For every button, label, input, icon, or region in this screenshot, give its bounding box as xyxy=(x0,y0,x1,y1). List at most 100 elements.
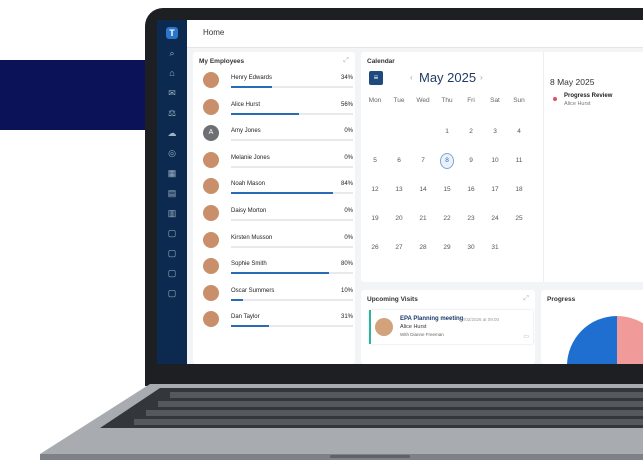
calendar-day[interactable]: 19 xyxy=(365,215,385,222)
employee-progress-percent: 80% xyxy=(340,261,353,268)
chevron-left-icon[interactable]: ‹ xyxy=(410,73,413,82)
calendar-day[interactable]: 21 xyxy=(413,215,433,222)
employee-name: Sophie Smith xyxy=(231,261,267,268)
building-icon[interactable]: ▦ xyxy=(165,166,179,180)
calendar-day[interactable]: 20 xyxy=(389,215,409,222)
calendar-day[interactable]: 22 xyxy=(437,215,457,222)
visit-with: With Dianne Freeman xyxy=(400,332,444,337)
employee-name: Noah Mason xyxy=(231,181,266,188)
calendar-day[interactable]: 12 xyxy=(365,186,385,193)
search-icon[interactable]: ⌕ xyxy=(165,46,179,60)
calendar-divider xyxy=(543,52,544,282)
scales-icon[interactable]: ⚖ xyxy=(165,106,179,120)
employee-progress-percent: 0% xyxy=(344,154,353,161)
calendar-icon[interactable]: ▤ xyxy=(165,186,179,200)
weekday-label: Tue xyxy=(393,97,405,104)
calendar-day[interactable]: 26 xyxy=(365,244,385,251)
weekday-label: Sat xyxy=(490,97,500,104)
mail-icon[interactable]: ✉ xyxy=(165,86,179,100)
list-item[interactable]: Kirsten Musson 0% xyxy=(203,231,353,252)
visits-title: Upcoming Visits xyxy=(367,296,418,303)
progress-pie xyxy=(567,316,643,364)
calendar-panel: Calendar ≡ ‹ May 2025 › Mon Tue Wed Thu Fri S… xyxy=(361,52,643,282)
list-item[interactable]: Henry Edwards 34% xyxy=(203,72,353,92)
list-item[interactable]: Alice Hurst 56% xyxy=(203,98,353,119)
avatar xyxy=(203,98,219,115)
app-logo[interactable]: T xyxy=(166,27,178,39)
list-item[interactable]: Dan Taylor 31% xyxy=(203,311,353,331)
document-list-icon[interactable]: ▢ xyxy=(165,266,179,280)
pie-slice-secondary xyxy=(617,316,643,364)
menu-icon[interactable]: ≡ xyxy=(369,71,383,85)
progress-panel: Progress xyxy=(541,290,643,364)
calendar-day[interactable]: 5 xyxy=(365,157,385,164)
document-icon[interactable]: ▢ xyxy=(165,226,179,240)
avatar xyxy=(203,151,219,168)
document-alt-icon[interactable]: ▢ xyxy=(165,286,179,300)
weekday-label: Wed xyxy=(416,97,430,104)
avatar xyxy=(203,311,219,328)
expand-icon[interactable]: ⤢ xyxy=(343,57,349,65)
document-check-icon[interactable]: ▢ xyxy=(165,246,179,260)
weekday-label: Thu xyxy=(441,97,453,104)
expand-icon[interactable]: ⤢ xyxy=(523,295,529,303)
calendar-day[interactable]: 2 xyxy=(461,128,481,135)
list-item[interactable]: Sophie Smith 80% xyxy=(203,258,353,278)
calendar-day[interactable]: 28 xyxy=(413,244,433,251)
calendar-day[interactable]: 7 xyxy=(413,157,433,164)
employee-progress-percent: 31% xyxy=(340,314,353,321)
rss-icon[interactable]: ◎ xyxy=(165,146,179,160)
calendar-day[interactable]: 4 xyxy=(509,128,529,135)
chevron-right-icon[interactable]: › xyxy=(480,73,483,82)
calendar-day[interactable]: 30 xyxy=(461,244,481,251)
calendar-day[interactable]: 10 xyxy=(485,157,505,164)
calendar-day[interactable]: 15 xyxy=(437,186,457,193)
list-item[interactable]: Oscar Summers 10% xyxy=(203,284,353,305)
laptop-base xyxy=(40,384,643,460)
visit-card[interactable]: EPA Planning meeting 22/02/2026 at 09:00… xyxy=(369,310,533,344)
list-item[interactable]: Daisy Morton 0% xyxy=(203,205,353,225)
calendar-title: Calendar xyxy=(367,58,395,65)
home-icon[interactable]: ⌂ xyxy=(165,66,179,80)
progress-fill xyxy=(231,112,300,115)
visit-person: Alice Hurst xyxy=(400,324,427,330)
calendar-day[interactable]: 23 xyxy=(461,215,481,222)
calendar-day[interactable]: 18 xyxy=(509,186,529,193)
calendar-day[interactable]: 1 xyxy=(437,128,457,135)
calendar-day[interactable]: 31 xyxy=(485,244,505,251)
employee-progress-percent: 0% xyxy=(344,128,353,135)
employee-name: Alice Hurst xyxy=(231,101,261,108)
calendar-day[interactable]: 27 xyxy=(389,244,409,251)
calendar-day[interactable]: 3 xyxy=(485,128,505,135)
visit-datetime: 22/02/2026 at 09:00 xyxy=(459,316,500,322)
calendar-day[interactable]: 24 xyxy=(485,215,505,222)
calendar-grid-icon[interactable]: ▥ xyxy=(165,206,179,220)
list-item[interactable]: Melanie Jones 0% xyxy=(203,151,353,172)
agenda-date: 8 May 2025 xyxy=(550,77,595,87)
calendar-day[interactable]: 16 xyxy=(461,186,481,193)
employee-progress-percent: 0% xyxy=(344,208,353,214)
avatar xyxy=(203,258,219,275)
event-title[interactable]: Progress Review xyxy=(564,93,612,99)
employee-name: Amy Jones xyxy=(231,128,261,135)
avatar xyxy=(375,318,393,336)
calendar-day[interactable]: 17 xyxy=(485,186,505,193)
calendar-day[interactable]: 13 xyxy=(389,186,409,193)
list-item[interactable]: A Amy Jones 0% xyxy=(203,125,353,145)
calendar-day[interactable]: 11 xyxy=(509,157,529,164)
calendar-icon[interactable]: ▭ xyxy=(523,333,529,340)
progress-fill xyxy=(231,86,273,88)
list-item[interactable]: Noah Mason 84% xyxy=(203,178,353,198)
progress-track xyxy=(231,272,353,275)
employee-name: Melanie Jones xyxy=(231,154,270,161)
calendar-day[interactable]: 9 xyxy=(461,157,481,164)
calendar-day[interactable]: 29 xyxy=(437,244,457,251)
calendar-day[interactable]: 14 xyxy=(413,186,433,193)
progress-fill xyxy=(231,325,269,328)
calendar-day[interactable]: 25 xyxy=(509,215,529,222)
calendar-day[interactable]: 6 xyxy=(389,157,409,164)
cloud-icon[interactable]: ☁ xyxy=(165,126,179,140)
progress-fill xyxy=(231,272,329,275)
calendar-day[interactable]: 8 xyxy=(437,157,457,164)
sidebar: T ⌕ ⌂ ✉ ⚖ ☁ ◎ ▦ ▤ ▥ ▢ ▢ ▢ ▢ xyxy=(157,20,187,364)
